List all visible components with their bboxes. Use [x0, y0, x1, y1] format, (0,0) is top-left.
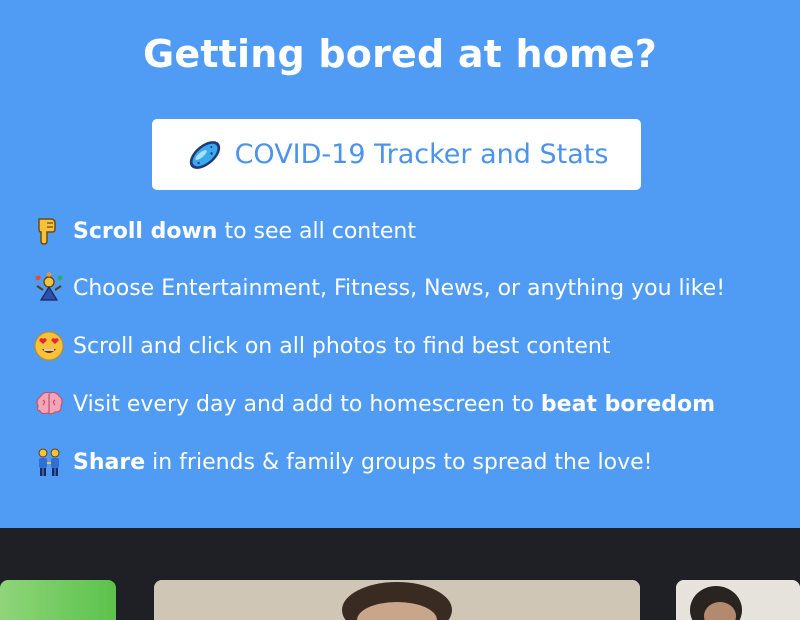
tip-5-bold: Share: [73, 449, 146, 475]
covid-tracker-label: COVID-19 Tracker and Stats: [234, 139, 609, 170]
photo-card-1[interactable]: [0, 580, 116, 620]
portrait-photo: [154, 580, 640, 620]
tip-1-bold: Scroll down: [73, 218, 218, 244]
page-title: Getting bored at home?: [142, 32, 658, 76]
photo-card-3[interactable]: [676, 580, 800, 620]
tip-4-text: Visit every day and add to homescreen to: [73, 391, 541, 417]
tip-4-bold: beat boredom: [540, 391, 716, 417]
photo-gallery: [0, 528, 800, 620]
hero-section: Getting bored at home? COVID-19 Tracker …: [0, 0, 800, 528]
pointing-down-icon: [38, 218, 56, 245]
brain-icon: [36, 391, 63, 415]
juggling-icon: [35, 272, 63, 301]
tip-share: Share in friends & family groups to spre…: [33, 444, 652, 480]
photo-card-2[interactable]: [154, 580, 640, 620]
tip-2-text: Choose Entertainment, Fitness, News, or …: [73, 275, 726, 301]
heart-eyes-icon: [34, 331, 64, 361]
tip-5-text: in friends & family groups to spread the…: [145, 449, 653, 475]
microbe-icon: [189, 140, 220, 169]
covid-tracker-button[interactable]: COVID-19 Tracker and Stats: [152, 119, 641, 190]
tip-scroll-photos: Scroll and click on all photos to find b…: [33, 328, 611, 364]
tip-visit-daily: Visit every day and add to homescreen to…: [33, 386, 715, 422]
tip-1-text: to see all content: [217, 218, 416, 244]
tip-scroll-down: Scroll down to see all content: [33, 213, 416, 249]
portrait-photo: [676, 580, 800, 620]
tip-choose-category: Choose Entertainment, Fitness, News, or …: [33, 270, 725, 306]
tip-3-text: Scroll and click on all photos to find b…: [73, 333, 611, 359]
people-holding-hands-icon: [38, 448, 60, 476]
